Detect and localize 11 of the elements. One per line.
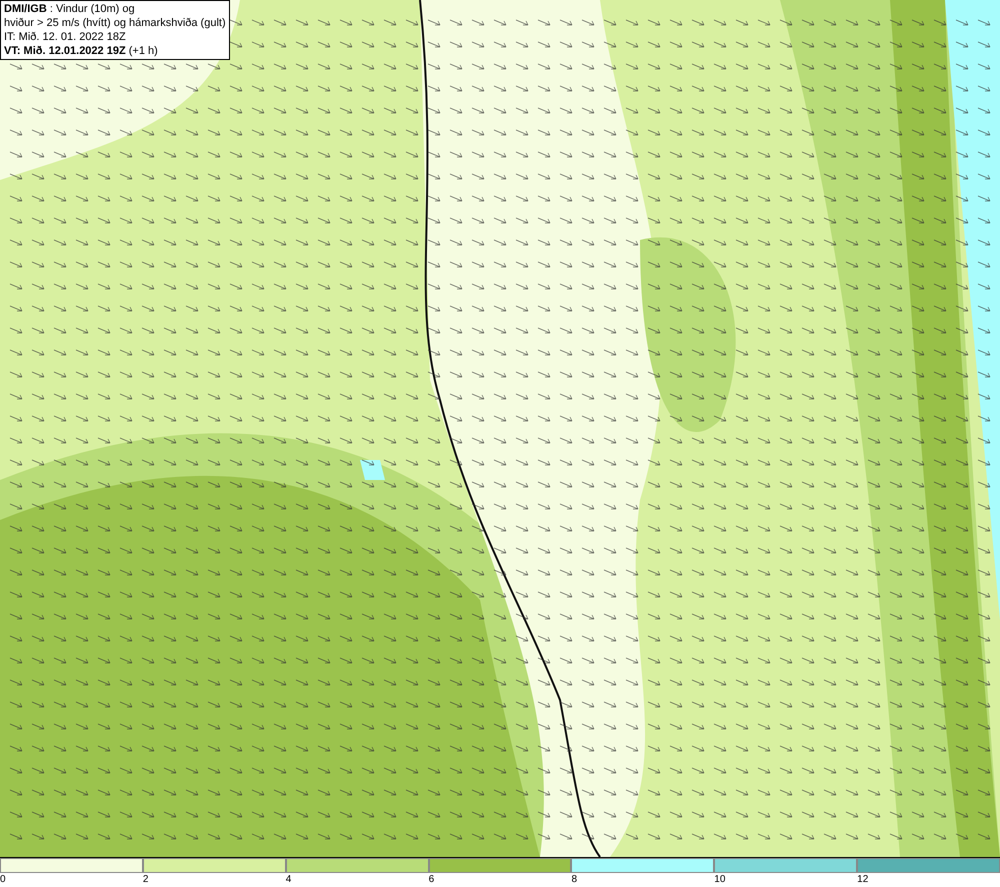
title-line: VT: Mið. 12.01.2022 19Z (+1 h) <box>4 44 159 58</box>
legend-label: 2 <box>142 873 148 886</box>
legend-label: 12 <box>857 873 868 886</box>
legend-label: 4 <box>286 873 292 886</box>
title-line: hviður > 25 m/s (hvítt) og hámarkshviða (gult) <box>4 16 226 30</box>
legend-label: 6 <box>428 873 434 886</box>
legend-label: 0 <box>0 873 6 886</box>
title-line: IT: Mið. 12. 01. 2022 18Z <box>4 30 127 44</box>
legend-label: 8 <box>571 873 577 886</box>
legend-label: 10 <box>714 873 726 886</box>
title-line: DMI/IGB : Vindur (10m) og <box>4 2 136 16</box>
